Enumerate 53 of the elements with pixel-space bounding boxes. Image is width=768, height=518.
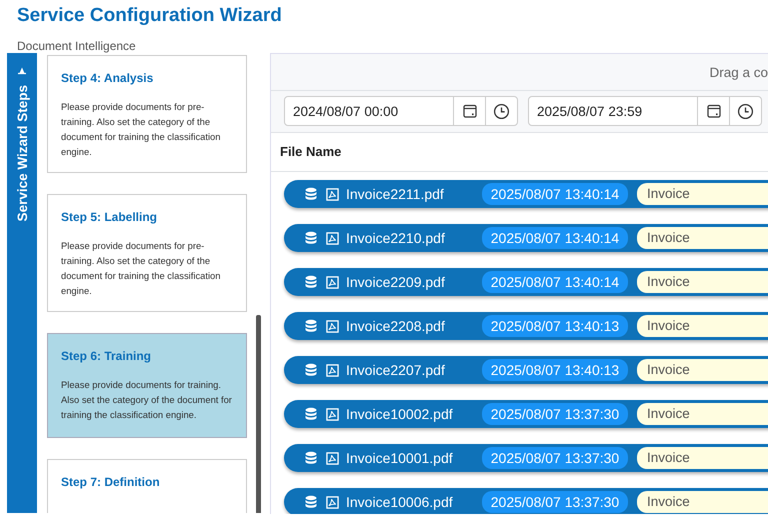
file-row[interactable]: Invoice2211.pdf 2025/08/07 13:40:14 Invoice — [284, 180, 768, 208]
step-title: Step 7: Definition — [61, 475, 161, 489]
category-chip: Invoice — [637, 183, 768, 205]
file-row[interactable]: Invoice2210.pdf 2025/08/07 13:40:14 Invoice — [284, 224, 768, 252]
date-chip: 2025/08/07 13:40:14 — [482, 227, 628, 249]
sidebar-tab[interactable]: Service Wizard Steps — [7, 53, 37, 513]
step-description: Please provide documents for pre-training. Also set the category of the document for training the classification engine. — [61, 100, 222, 159]
date-chip: 2025/08/07 13:37:30 — [482, 491, 628, 513]
page-title: Service Configuration Wizard — [17, 5, 283, 27]
date-input[interactable]: 2024/08/07 00:00 — [285, 97, 453, 125]
category-chip: Invoice — [637, 447, 768, 469]
file-row[interactable]: Invoice10006.pdf 2025/08/07 13:37:30 Invoice — [284, 488, 768, 514]
file-row[interactable]: Invoice10002.pdf 2025/08/07 13:37:30 Invoice — [284, 400, 768, 428]
file-name: Invoice10002.pdf — [346, 406, 454, 422]
sidebar-title: Service Wizard Steps — [14, 85, 30, 222]
step-title: Step 6: Training — [61, 349, 152, 363]
step-title: Step 5: Labelling — [61, 210, 158, 224]
step-card[interactable]: Step 6: Training Please provide documents for training. Also set the category of the document for training the classification engine. — [47, 333, 247, 438]
date-chip: 2025/08/07 13:40:13 — [482, 315, 628, 337]
date-chip: 2025/08/07 13:40:14 — [482, 183, 628, 205]
page-subtitle: Document Intelligence — [17, 39, 137, 53]
date-input[interactable]: 2025/08/07 23:59 — [529, 97, 697, 125]
column-header[interactable]: File Name — [271, 133, 768, 172]
file-name: Invoice2211.pdf — [346, 186, 445, 202]
step-description: Please provide documents for training. Also set the category of the document for training the classification engine. — [61, 378, 233, 422]
file-name: Invoice2209.pdf — [346, 274, 446, 290]
step-card[interactable]: Step 5: Labelling Please provide documents for pre-training. Also set the category of the document for training the classification engine. — [47, 194, 247, 312]
file-row[interactable]: Invoice2208.pdf 2025/08/07 13:40:13 Invoice — [284, 312, 768, 340]
date-time-picker[interactable]: 2024/08/07 00:00 — [284, 96, 518, 126]
file-row[interactable]: Invoice2207.pdf 2025/08/07 13:40:13 Invoice — [284, 356, 768, 384]
file-name: Invoice10006.pdf — [346, 494, 454, 510]
date-chip: 2025/08/07 13:37:30 — [482, 403, 628, 425]
file-name: Invoice2210.pdf — [346, 230, 446, 246]
date-time-picker[interactable]: 2025/08/07 23:59 — [528, 96, 762, 126]
file-row[interactable]: Invoice2209.pdf 2025/08/07 13:40:14 Invoice — [284, 268, 768, 296]
step-card[interactable]: Step 4: Analysis Please provide documents for pre-training. Also set the category of the document for training the classification engine. — [47, 55, 247, 173]
category-chip: Invoice — [637, 227, 768, 249]
date-chip: 2025/08/07 13:40:14 — [482, 271, 628, 293]
file-row[interactable]: Invoice10001.pdf 2025/08/07 13:37:30 Invoice — [284, 444, 768, 472]
category-chip: Invoice — [637, 403, 768, 425]
category-chip: Invoice — [637, 315, 768, 337]
file-name: Invoice2208.pdf — [346, 318, 446, 334]
group-panel-hint: Drag a co — [271, 54, 768, 91]
category-chip: Invoice — [637, 491, 768, 513]
step-description: Please provide documents for pre-training. Also set the category of the document for training the classification engine. — [61, 239, 222, 298]
category-chip: Invoice — [637, 359, 768, 381]
file-name: Invoice2207.pdf — [346, 362, 446, 378]
step-title: Step 4: Analysis — [61, 71, 154, 85]
step-card[interactable]: Step 7: Definition — [47, 459, 247, 513]
file-name: Invoice10001.pdf — [346, 450, 454, 466]
category-chip: Invoice — [637, 271, 768, 293]
date-chip: 2025/08/07 13:40:13 — [482, 359, 628, 381]
date-chip: 2025/08/07 13:37:30 — [482, 447, 628, 469]
